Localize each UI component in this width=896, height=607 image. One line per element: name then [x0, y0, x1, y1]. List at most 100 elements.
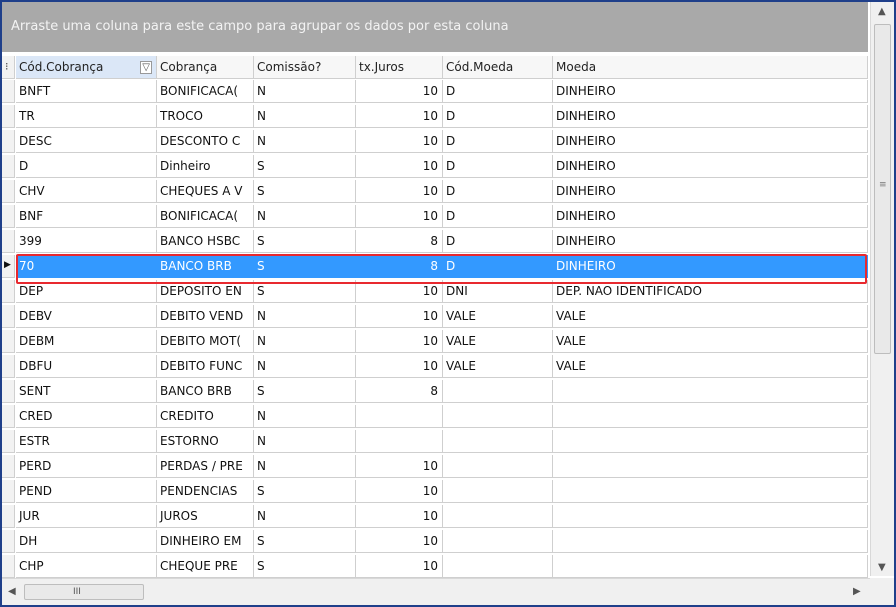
- scroll-up-icon[interactable]: ▲: [878, 6, 886, 17]
- table-cell[interactable]: DINHEIRO: [553, 205, 868, 228]
- column-header-row[interactable]: ⁝ Cód.Cobrança ▽ Cobrança Comissão? tx.Juros C…: [2, 56, 868, 80]
- table-cell[interactable]: DBFU: [16, 355, 157, 378]
- table-cell[interactable]: 10: [356, 480, 443, 503]
- row-indicator[interactable]: [2, 130, 15, 153]
- table-cell[interactable]: SENT: [16, 380, 157, 403]
- table-cell[interactable]: [553, 530, 868, 553]
- row-indicator[interactable]: [2, 480, 15, 503]
- table-row[interactable]: DEBM DEBITO MOT(N 10 VALE VALE: [2, 330, 868, 354]
- table-cell[interactable]: D: [443, 130, 553, 153]
- table-cell[interactable]: 10: [356, 455, 443, 478]
- table-cell[interactable]: [443, 555, 553, 578]
- row-indicator[interactable]: [2, 80, 15, 103]
- table-row[interactable]: DESC DESCONTO C N 10 D DINHEIRO: [2, 130, 868, 154]
- table-cell[interactable]: [443, 430, 553, 453]
- table-row[interactable]: PERD PERDAS / PRE N 10: [2, 455, 868, 479]
- table-cell[interactable]: DEBITO FUNC: [157, 355, 254, 378]
- table-cell[interactable]: DESC: [16, 130, 157, 153]
- table-cell[interactable]: [443, 505, 553, 528]
- table-cell[interactable]: DINHEIRO: [553, 80, 868, 103]
- table-cell[interactable]: CHV: [16, 180, 157, 203]
- row-indicator[interactable]: [2, 355, 15, 378]
- row-indicator[interactable]: [2, 305, 15, 328]
- table-cell[interactable]: CRED: [16, 405, 157, 428]
- column-header[interactable]: Cód.Moeda: [443, 56, 553, 79]
- horizontal-scrollbar[interactable]: ◀ III ▶: [2, 578, 870, 605]
- row-indicator[interactable]: [2, 280, 15, 303]
- row-indicator[interactable]: [2, 430, 15, 453]
- table-cell[interactable]: D: [443, 80, 553, 103]
- table-cell[interactable]: N: [254, 130, 356, 153]
- table-cell[interactable]: 10: [356, 305, 443, 328]
- table-row[interactable]: BNFT BONIFICACA(N 10 D DINHEIRO: [2, 80, 868, 104]
- column-header[interactable]: Cobrança: [157, 56, 254, 79]
- table-cell[interactable]: VALE: [443, 330, 553, 353]
- table-cell[interactable]: JUR: [16, 505, 157, 528]
- table-cell[interactable]: 10: [356, 205, 443, 228]
- table-cell[interactable]: VALE: [553, 305, 868, 328]
- table-cell[interactable]: BNFT: [16, 80, 157, 103]
- table-cell[interactable]: [553, 505, 868, 528]
- table-cell[interactable]: CREDITO: [157, 405, 254, 428]
- table-cell[interactable]: 10: [356, 355, 443, 378]
- table-row[interactable]: CHV CHEQUES A V S 10 D DINHEIRO: [2, 180, 868, 204]
- table-cell[interactable]: D: [443, 155, 553, 178]
- table-cell[interactable]: JUROS: [157, 505, 254, 528]
- table-cell[interactable]: DH: [16, 530, 157, 553]
- vertical-scrollbar[interactable]: ▲ ≡ ▼: [870, 2, 894, 576]
- table-cell[interactable]: 10: [356, 555, 443, 578]
- table-cell[interactable]: [356, 430, 443, 453]
- table-cell[interactable]: [356, 405, 443, 428]
- table-cell[interactable]: D: [16, 155, 157, 178]
- table-cell[interactable]: D: [443, 105, 553, 128]
- table-cell[interactable]: D: [443, 205, 553, 228]
- grid-icon[interactable]: ⁝: [5, 60, 9, 73]
- row-indicator[interactable]: [2, 330, 15, 353]
- table-cell[interactable]: Dinheiro: [157, 155, 254, 178]
- table-cell[interactable]: N: [254, 305, 356, 328]
- table-cell[interactable]: [553, 480, 868, 503]
- table-row[interactable]: DBFU DEBITO FUNC N 10 VALE VALE: [2, 355, 868, 379]
- table-cell[interactable]: 10: [356, 330, 443, 353]
- filter-icon[interactable]: ▽: [140, 61, 152, 74]
- table-cell[interactable]: N: [254, 205, 356, 228]
- table-cell[interactable]: PEND: [16, 480, 157, 503]
- table-cell[interactable]: S: [254, 480, 356, 503]
- table-cell[interactable]: BANCO HSBC: [157, 230, 254, 253]
- row-indicator[interactable]: [2, 530, 15, 553]
- vertical-scroll-thumb[interactable]: ≡: [874, 24, 891, 354]
- table-cell[interactable]: 10: [356, 80, 443, 103]
- table-cell[interactable]: S: [254, 180, 356, 203]
- table-cell[interactable]: VALE: [553, 330, 868, 353]
- table-cell[interactable]: N: [254, 105, 356, 128]
- row-indicator[interactable]: [2, 380, 15, 403]
- table-cell[interactable]: [553, 555, 868, 578]
- table-cell[interactable]: VALE: [443, 355, 553, 378]
- table-cell[interactable]: PENDENCIAS: [157, 480, 254, 503]
- row-indicator[interactable]: [2, 230, 15, 253]
- table-cell[interactable]: DEBITO VEND: [157, 305, 254, 328]
- table-cell[interactable]: N: [254, 455, 356, 478]
- row-indicator[interactable]: ▶: [2, 255, 15, 278]
- group-by-panel[interactable]: Arraste uma coluna para este campo para …: [2, 2, 868, 52]
- table-cell[interactable]: DESCONTO C: [157, 130, 254, 153]
- table-cell[interactable]: TROCO: [157, 105, 254, 128]
- table-cell[interactable]: 399: [16, 230, 157, 253]
- table-row[interactable]: JUR JUROS N 10: [2, 505, 868, 529]
- table-cell[interactable]: BNF: [16, 205, 157, 228]
- table-cell[interactable]: PERDAS / PRE: [157, 455, 254, 478]
- table-row[interactable]: DEBV DEBITO VEND N 10 VALE VALE: [2, 305, 868, 329]
- table-cell[interactable]: [443, 405, 553, 428]
- table-row[interactable]: ESTR ESTORNO N: [2, 430, 868, 454]
- row-indicator[interactable]: [2, 455, 15, 478]
- table-cell[interactable]: N: [254, 405, 356, 428]
- table-cell[interactable]: [553, 430, 868, 453]
- table-cell[interactable]: N: [254, 80, 356, 103]
- table-cell[interactable]: 8: [356, 380, 443, 403]
- table-cell[interactable]: DINHEIRO EM: [157, 530, 254, 553]
- table-row[interactable]: TR TROCO N 10 D DINHEIRO: [2, 105, 868, 129]
- table-row[interactable]: PEND PENDENCIAS S 10: [2, 480, 868, 504]
- column-header[interactable]: Cód.Cobrança ▽: [16, 56, 157, 79]
- table-cell[interactable]: DEBITO MOT(: [157, 330, 254, 353]
- table-cell[interactable]: BONIFICACA(: [157, 80, 254, 103]
